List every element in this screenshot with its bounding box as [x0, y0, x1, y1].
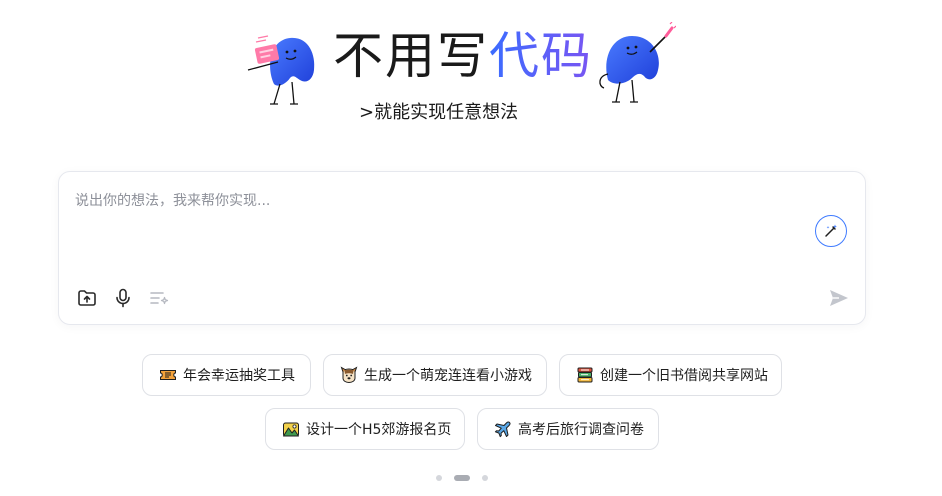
prompt-composer	[58, 171, 866, 325]
suggestion-chip[interactable]: 高考后旅行调查问卷	[477, 408, 659, 450]
pagination-dot[interactable]	[436, 475, 442, 481]
suggestion-chip[interactable]: 生成一个萌宠连连看小游戏	[323, 354, 547, 396]
prompt-input[interactable]	[75, 186, 775, 216]
prompt-library-button[interactable]	[147, 286, 171, 310]
hero-title: 不用写代码	[333, 24, 593, 88]
mascot-laptop-illustration	[244, 26, 322, 106]
prompt-list-icon	[149, 290, 169, 306]
pet-face-icon	[340, 366, 358, 384]
suggestion-chip[interactable]: 年会幸运抽奖工具	[142, 354, 311, 396]
hero-title-highlight: 代码	[489, 27, 593, 85]
suggestion-chip-label: 年会幸运抽奖工具	[183, 368, 295, 384]
suggestion-chip-label: 设计一个H5郊游报名页	[306, 422, 452, 438]
send-button[interactable]	[826, 285, 852, 311]
magic-optimize-button[interactable]	[815, 215, 847, 247]
voice-input-button[interactable]	[111, 286, 135, 310]
upload-folder-icon	[77, 289, 97, 307]
airplane-icon	[494, 420, 512, 438]
microphone-icon	[115, 288, 131, 308]
send-icon	[828, 288, 850, 308]
hero-subtitle: >就能实现任意想法	[359, 102, 519, 123]
upload-button[interactable]	[75, 286, 99, 310]
suggestion-chip-label: 创建一个旧书借阅共享网站	[600, 368, 768, 384]
hero-title-plain: 不用写	[333, 27, 489, 85]
pagination-dot-active[interactable]	[454, 475, 470, 481]
park-icon	[282, 420, 300, 438]
pagination-dot[interactable]	[482, 475, 488, 481]
suggestion-chip-label: 高考后旅行调查问卷	[518, 422, 644, 438]
hero: 不用写代码 >就能实现任意想法	[0, 0, 942, 140]
books-icon	[576, 366, 594, 384]
suggestion-chip[interactable]: 创建一个旧书借阅共享网站	[559, 354, 782, 396]
carousel-pagination	[434, 474, 494, 482]
ticket-icon	[159, 366, 177, 384]
mascot-paintbrush-illustration	[596, 21, 677, 104]
suggestion-chip-label: 生成一个萌宠连连看小游戏	[364, 368, 532, 384]
magic-wand-icon	[823, 223, 839, 239]
suggestion-chip[interactable]: 设计一个H5郊游报名页	[265, 408, 465, 450]
